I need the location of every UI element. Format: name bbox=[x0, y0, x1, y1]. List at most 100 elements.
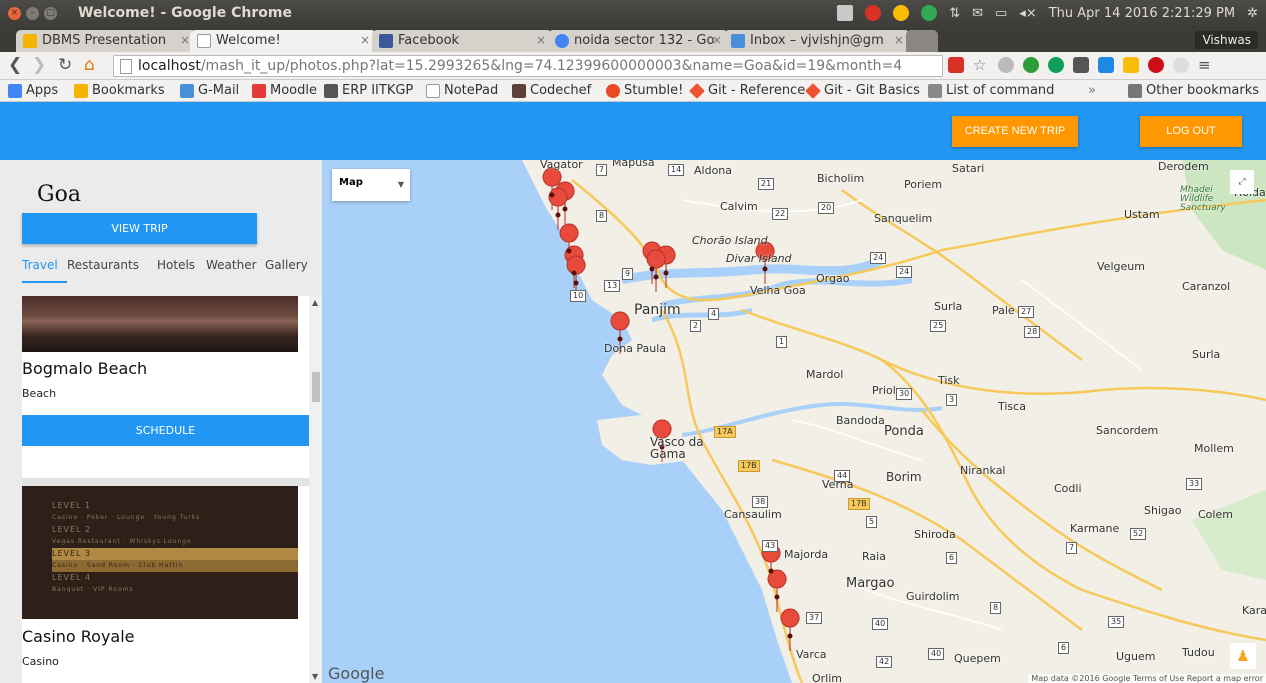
map-label: Raia bbox=[862, 550, 886, 563]
map[interactable]: Vagator Mapusa Aldona Bicholim Poriem Sa… bbox=[322, 160, 1266, 683]
street-view-pegman-icon[interactable]: ♟ bbox=[1230, 643, 1256, 669]
close-icon[interactable]: × bbox=[8, 7, 21, 20]
road-number: 17A bbox=[714, 426, 736, 438]
map-label: Mollem bbox=[1194, 442, 1234, 455]
tab-close-icon[interactable]: × bbox=[360, 33, 370, 47]
tab-inbox[interactable]: Inbox – vjvishjn@gm × bbox=[724, 30, 910, 52]
tab-close-icon[interactable]: × bbox=[712, 33, 722, 47]
tab-facebook[interactable]: Facebook × bbox=[372, 30, 552, 52]
road-number: 27 bbox=[1018, 306, 1035, 318]
address-bar[interactable]: localhost/mash_it_up/photos.php?lat=15.2… bbox=[113, 55, 943, 77]
map-label: Dona Paula bbox=[604, 342, 667, 355]
bookmark-list-of-commands[interactable]: List of command bbox=[928, 83, 1054, 98]
screen-icon[interactable] bbox=[837, 5, 854, 21]
tab-gallery[interactable]: Gallery bbox=[265, 258, 308, 272]
scrollbar-thumb[interactable] bbox=[312, 372, 320, 402]
logout-button[interactable]: LOG OUT bbox=[1140, 116, 1242, 147]
extension-diamond-icon[interactable] bbox=[1098, 57, 1114, 73]
road-number: 3 bbox=[946, 394, 958, 406]
tab-welcome[interactable]: Welcome! × bbox=[190, 30, 376, 52]
map-label: Mapusa bbox=[612, 160, 655, 169]
tab-restaurants[interactable]: Restaurants bbox=[67, 258, 139, 272]
tab-travel[interactable]: Travel bbox=[22, 258, 58, 272]
city-title: Goa bbox=[37, 182, 81, 207]
tab-hotels[interactable]: Hotels bbox=[157, 258, 195, 272]
system-tray: ⇅ ✉ ▭ ◂× Thu Apr 14 2016 2:21:29 PM ✲ bbox=[837, 5, 1258, 21]
google-logo: Google bbox=[328, 664, 385, 683]
bookmark-gmail[interactable]: G-Mail bbox=[180, 83, 239, 98]
create-new-trip-button[interactable]: CREATE NEW TRIP bbox=[952, 116, 1078, 147]
bookmark-stumble[interactable]: Stumble! bbox=[606, 83, 683, 98]
tab-label: DBMS Presentation bbox=[42, 33, 167, 48]
minimize-icon[interactable]: – bbox=[26, 7, 39, 20]
maximize-icon[interactable]: □ bbox=[44, 7, 57, 20]
evernote-icon[interactable] bbox=[921, 5, 938, 21]
clock[interactable]: Thu Apr 14 2016 2:21:29 PM bbox=[1049, 6, 1235, 21]
map-label: Velha Goa bbox=[750, 284, 806, 297]
place-category: Casino bbox=[22, 655, 59, 668]
new-tab-button[interactable] bbox=[906, 30, 938, 52]
star-icon[interactable]: ☆ bbox=[973, 57, 989, 73]
bookmark-flag-icon[interactable] bbox=[948, 57, 964, 73]
bookmarks-overflow-icon[interactable]: » bbox=[1088, 83, 1096, 98]
extension-m-icon[interactable] bbox=[998, 57, 1014, 73]
bookmark-codechef[interactable]: Codechef bbox=[512, 83, 591, 98]
bookmark-git-basics[interactable]: Git - Git Basics bbox=[805, 83, 920, 99]
scroll-down-icon[interactable]: ▼ bbox=[312, 672, 318, 681]
settings-gear-icon[interactable]: ✲ bbox=[1247, 6, 1258, 21]
map-label: Caranzol bbox=[1182, 280, 1231, 293]
bookmark-notepad[interactable]: NotePad bbox=[426, 83, 498, 98]
volume-icon[interactable]: ◂× bbox=[1019, 6, 1036, 21]
road-number: 9 bbox=[622, 268, 634, 280]
battery-icon[interactable]: ▭ bbox=[995, 6, 1007, 21]
back-icon[interactable]: ❮ bbox=[8, 56, 22, 74]
tab-close-icon[interactable]: × bbox=[180, 33, 190, 47]
extension-circle-icon[interactable] bbox=[1173, 57, 1189, 73]
place-photo[interactable] bbox=[22, 296, 298, 352]
tab-label: Welcome! bbox=[216, 33, 281, 48]
extension-g-icon[interactable] bbox=[1048, 57, 1064, 73]
list-scrollbar[interactable]: ▲ ▼ bbox=[309, 296, 322, 683]
road-number: 44 bbox=[834, 470, 851, 482]
map-type-dropdown[interactable]: Map ▼ bbox=[332, 169, 410, 201]
place-photo[interactable]: LEVEL 1 Casino · Poker · Lounge · Young … bbox=[22, 486, 298, 619]
other-bookmarks[interactable]: Other bookmarks bbox=[1128, 83, 1259, 98]
chrome-icon[interactable] bbox=[893, 5, 910, 21]
tab-dbms[interactable]: DBMS Presentation × bbox=[16, 30, 196, 52]
opera-icon[interactable] bbox=[1148, 57, 1164, 73]
tab-close-icon[interactable]: × bbox=[536, 33, 546, 47]
bookmark-label: Apps bbox=[26, 83, 59, 98]
page-icon bbox=[426, 84, 440, 98]
bookmark-moodle[interactable]: Moodle bbox=[252, 83, 317, 98]
reload-icon[interactable]: ↻ bbox=[58, 56, 72, 74]
map-label: Karmane bbox=[1070, 522, 1120, 535]
schedule-button[interactable]: SCHEDULE bbox=[22, 415, 309, 446]
sign-line: LEVEL 3 bbox=[52, 548, 298, 560]
scroll-up-icon[interactable]: ▲ bbox=[312, 298, 318, 307]
profile-button[interactable]: Vishwas bbox=[1195, 31, 1258, 49]
pocket-icon[interactable] bbox=[1073, 57, 1089, 73]
evernote-icon[interactable] bbox=[1023, 57, 1039, 73]
bookmark-git-reference[interactable]: Git - Reference bbox=[689, 83, 805, 99]
bookmark-erp[interactable]: ERP IITKGP bbox=[324, 83, 413, 98]
network-icon[interactable]: ⇅ bbox=[949, 6, 960, 21]
map-attribution[interactable]: Map data ©2016 Google Terms of Use Repor… bbox=[1028, 674, 1266, 683]
menu-icon[interactable]: ≡ bbox=[1198, 57, 1214, 73]
places-list[interactable]: Bogmalo Beach Beach SCHEDULE LEVEL 1 Cas… bbox=[22, 296, 309, 683]
fullscreen-icon[interactable]: ⤢ bbox=[1230, 170, 1254, 194]
home-icon[interactable]: ⌂ bbox=[84, 56, 95, 74]
url-path: /mash_it_up/photos.php?lat=15.2993265&ln… bbox=[200, 58, 903, 74]
tab-close-icon[interactable]: × bbox=[894, 33, 904, 47]
tab-google-search[interactable]: noida sector 132 - Go × bbox=[548, 30, 728, 52]
bookmark-bookmarks[interactable]: Bookmarks bbox=[74, 83, 165, 98]
map-label: Codli bbox=[1054, 482, 1082, 495]
mail-icon[interactable]: ✉ bbox=[972, 6, 983, 21]
bookmark-apps[interactable]: Apps bbox=[8, 83, 58, 98]
drive-icon[interactable] bbox=[1123, 57, 1139, 73]
forward-icon[interactable]: ❯ bbox=[32, 56, 46, 74]
tab-weather[interactable]: Weather bbox=[206, 258, 257, 272]
gmail-icon[interactable] bbox=[865, 5, 882, 21]
map-label: Bandoda bbox=[836, 414, 885, 427]
road-number: 22 bbox=[772, 208, 789, 220]
view-trip-button[interactable]: VIEW TRIP bbox=[22, 213, 257, 244]
